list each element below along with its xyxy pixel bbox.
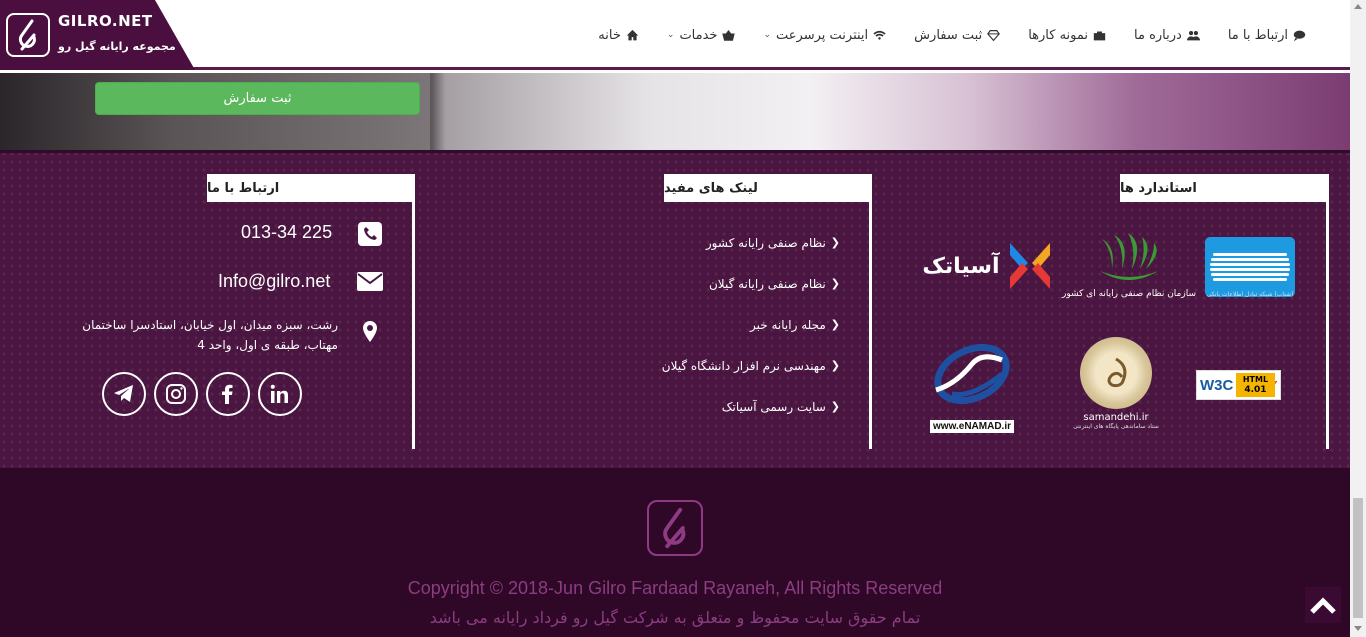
samandehi-seal — [1080, 336, 1152, 409]
samandehi-badge[interactable]: samandehi.ir ستاد ساماندهی پایگاه های ای… — [1070, 332, 1162, 434]
link-label: نظام صنفی رایانه کشور — [705, 235, 826, 250]
list-item[interactable]: ❮ نظام صنفی رایانه گیلان — [600, 263, 840, 304]
asiatech-logo — [1009, 243, 1050, 289]
nezam-senfi-badge[interactable]: سازمان نظام صنفی رایانه ای کشور — [1062, 222, 1196, 308]
contact-email[interactable]: Info@gilro.net — [218, 271, 330, 292]
main-nav: خانه خدمات ⌄ اینترنت پرسرعت ⌄ ثبت سفارش … — [584, 0, 1320, 70]
link-label: نظام صنفی رایانه گیلان — [708, 276, 826, 291]
telegram-icon[interactable] — [102, 372, 146, 416]
chevron-up-icon — [1310, 597, 1336, 614]
divider — [869, 174, 872, 449]
nezam-caption: سازمان نظام صنفی رایانه ای کشور — [1062, 289, 1196, 299]
html-badge: HTML 4.01 — [1236, 373, 1275, 397]
nav-item-label: خدمات — [679, 27, 718, 43]
standards-title: استاندارد ها — [1120, 174, 1328, 202]
scroll-down-arrow[interactable] — [1354, 626, 1362, 631]
link-label: مهندسی نرم افزار دانشگاه گیلان — [661, 358, 826, 373]
basket-icon — [722, 29, 736, 41]
wifi-icon — [873, 30, 886, 40]
logo-title: GILRO.NET — [58, 12, 153, 30]
scroll-up-arrow[interactable] — [1354, 4, 1362, 9]
instagram-icon[interactable] — [154, 372, 198, 416]
logo[interactable]: GILRO.NET مجموعه رایانه گیل رو — [0, 0, 195, 70]
contact-address: رشت، سبزه میدان، اول خیابان، استادسرا سا… — [82, 318, 338, 352]
nav-item-label: ثبت سفارش — [914, 27, 983, 43]
list-item[interactable]: ❮ نظام صنفی رایانه کشور — [600, 222, 840, 263]
email-address: Info@gilro.net — [218, 271, 331, 291]
home-icon — [626, 29, 639, 40]
scrollbar-thumb[interactable] — [1353, 498, 1363, 618]
nav-item-label: درباره ما — [1134, 27, 1182, 43]
order-button[interactable]: ثبت سفارش — [95, 82, 420, 115]
users-icon — [1186, 30, 1200, 40]
nav-item-label: نمونه کارها — [1028, 27, 1089, 43]
nav-item-order[interactable]: ثبت سفارش — [900, 28, 1014, 43]
copyright-bar: Copyright © 2018-Jun Gilro Fardaad Rayan… — [0, 468, 1350, 637]
footer: ارتباط با ما 013-34 225 Info@gilro.net ر… — [0, 150, 1350, 468]
list-item[interactable]: ❮ مجله رایانه خبر — [600, 304, 840, 345]
divider — [0, 150, 1350, 153]
chevron-left-icon: ❮ — [830, 236, 840, 249]
enamad-badge[interactable]: www.eNAMAD.ir — [922, 328, 1022, 438]
samandehi-caption: ستاد ساماندهی پایگاه های اینترنتی — [1073, 422, 1159, 430]
footer-logo-icon — [647, 500, 703, 556]
copyright-text: Copyright © 2018-Jun Gilro Fardaad Rayan… — [407, 578, 943, 598]
shetab-logo — [1205, 236, 1295, 297]
nav-item-label: ارتباط با ما — [1227, 27, 1288, 43]
w3c-logo: W3C — [1200, 376, 1234, 394]
nav-item-portfolio[interactable]: نمونه کارها — [1014, 28, 1120, 43]
list-item[interactable]: ❮ مهندسی نرم افزار دانشگاه گیلان — [600, 345, 840, 386]
asiatech-wordmark: آسیاتک — [922, 253, 1000, 279]
chevron-left-icon: ❮ — [830, 318, 840, 331]
contact-phone[interactable]: 013-34 225 — [241, 222, 332, 243]
page-scrollbar[interactable] — [1350, 0, 1366, 637]
logo-icon — [6, 13, 50, 57]
comment-icon — [1293, 30, 1306, 41]
location-pin-icon — [362, 320, 378, 348]
hero-banner: ثبت سفارش — [0, 73, 1350, 150]
social-links — [102, 372, 302, 416]
chevron-down-icon: ⌄ — [666, 30, 675, 40]
links-title: لینک های مفید — [664, 174, 871, 202]
contact-title: ارتباط با ما — [207, 174, 414, 202]
asiatech-badge[interactable]: آسیاتک — [920, 236, 1056, 296]
chevron-down-icon: ⌄ — [763, 30, 772, 40]
w3c-html-badge[interactable]: W3C HTML 4.01 ✓ — [1196, 370, 1281, 400]
chevron-left-icon: ❮ — [830, 277, 840, 290]
phone-number: 013-34 225 — [241, 222, 333, 242]
phone-icon — [358, 222, 382, 246]
divider — [1326, 174, 1329, 449]
diamond-icon — [987, 29, 1001, 41]
shetab-caption: (شتاب) شبکه تبادل اطلاعات بانکی — [1206, 290, 1294, 298]
nav-item-home[interactable]: خانه — [584, 28, 653, 43]
copyright-text-fa: تمام حقوق سایت محفوظ و متعلق به شرکت گیل… — [429, 608, 921, 627]
list-item[interactable]: ❮ سایت رسمی آسیاتک — [600, 386, 840, 427]
nav-item-label: خانه — [598, 27, 621, 43]
chevron-left-icon: ❮ — [830, 359, 840, 372]
briefcase-icon — [1093, 30, 1106, 40]
samandehi-label: samandehi.ir — [1083, 411, 1149, 423]
logo-subtitle: مجموعه رایانه گیل رو — [58, 40, 176, 53]
nav-item-about[interactable]: درباره ما — [1120, 28, 1214, 43]
link-label: سایت رسمی آسیاتک — [721, 399, 826, 414]
linkedin-icon[interactable] — [258, 372, 302, 416]
useful-links: ❮ نظام صنفی رایانه کشور ❮ نظام صنفی رایا… — [600, 222, 840, 427]
link-label: مجله رایانه خبر — [750, 317, 826, 332]
shetab-badge[interactable]: (شتاب) شبکه تبادل اطلاعات بانکی — [1205, 228, 1295, 306]
nav-item-contact[interactable]: ارتباط با ما — [1214, 28, 1320, 43]
chevron-left-icon: ❮ — [830, 400, 840, 413]
enamad-logo — [934, 343, 1010, 404]
envelope-icon — [357, 272, 383, 291]
nav-item-label: اینترنت پرسرعت — [776, 27, 869, 43]
facebook-icon[interactable] — [206, 372, 250, 416]
nav-item-services[interactable]: خدمات ⌄ — [653, 28, 750, 43]
scroll-to-top-button[interactable] — [1305, 587, 1341, 623]
nezam-logo — [1100, 233, 1158, 280]
nav-item-internet[interactable]: اینترنت پرسرعت ⌄ — [749, 28, 900, 43]
site-header: GILRO.NET مجموعه رایانه گیل رو خانه خدما… — [0, 0, 1350, 70]
enamad-url: www.eNAMAD.ir — [930, 419, 1014, 433]
divider — [412, 174, 415, 449]
